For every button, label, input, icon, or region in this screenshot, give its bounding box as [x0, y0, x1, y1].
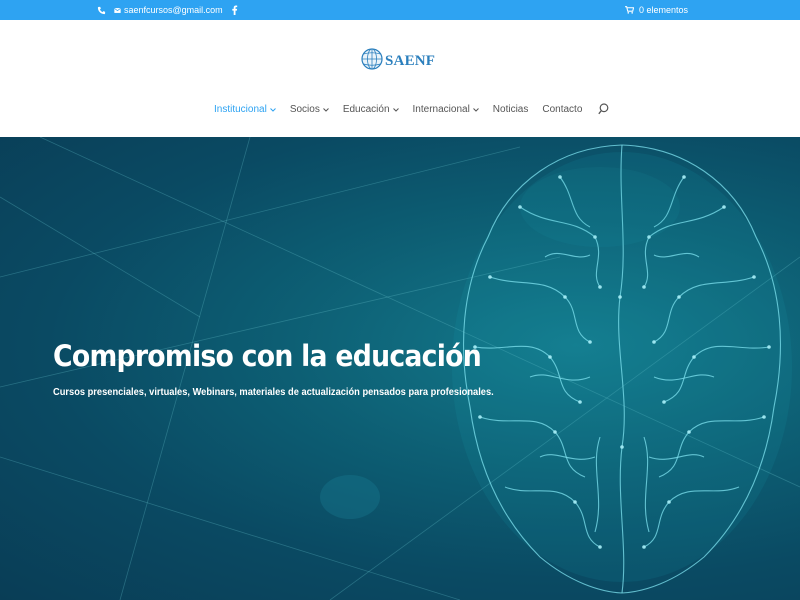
nav-item-socios[interactable]: Socios — [290, 104, 329, 115]
hero-title: Compromiso con la educación — [53, 339, 482, 373]
search-icon[interactable] — [598, 103, 609, 115]
nav-item-noticias[interactable]: Noticias — [493, 104, 529, 115]
hero-subtitle: Cursos presenciales, virtuales, Webinars… — [53, 387, 494, 398]
chevron-down-icon — [269, 104, 276, 115]
nav-label: Internacional — [412, 103, 470, 115]
phone-icon[interactable] — [97, 6, 106, 15]
chevron-down-icon — [472, 104, 479, 115]
globe-emblem-icon — [361, 42, 383, 81]
chevron-down-icon — [322, 104, 329, 115]
nav-label: Institucional — [214, 103, 267, 115]
main-nav: Institucional Socios Educación Internaci… — [214, 101, 609, 117]
nav-item-educacion[interactable]: Educación — [343, 104, 399, 115]
email-text: saenfcursos@gmail.com — [124, 5, 223, 15]
site-logo[interactable]: SAENF — [361, 42, 435, 81]
top-bar-contact: saenfcursos@gmail.com — [97, 0, 238, 20]
nav-item-institucional[interactable]: Institucional — [214, 104, 276, 115]
nav-item-internacional[interactable]: Internacional — [413, 104, 479, 115]
nav-label: Noticias — [492, 103, 529, 115]
email-link[interactable]: saenfcursos@gmail.com — [114, 5, 223, 15]
envelope-icon — [114, 7, 121, 14]
hero-section: Compromiso con la educación Cursos prese… — [0, 137, 800, 600]
nav-label: Educación — [342, 103, 390, 115]
site-header: SAENF Institucional Socios Educación Int… — [0, 20, 800, 137]
nav-label: Socios — [289, 103, 320, 115]
chevron-down-icon — [392, 104, 399, 115]
nav-label: Contacto — [542, 103, 583, 115]
facebook-icon[interactable] — [231, 5, 238, 15]
nav-item-contacto[interactable]: Contacto — [542, 104, 582, 115]
cart-link[interactable]: 0 elementos — [625, 0, 688, 20]
cart-label: 0 elementos — [638, 5, 688, 15]
logo-text: SAENF — [385, 53, 436, 69]
cart-icon — [625, 6, 634, 14]
top-bar: saenfcursos@gmail.com 0 elementos — [0, 0, 800, 20]
